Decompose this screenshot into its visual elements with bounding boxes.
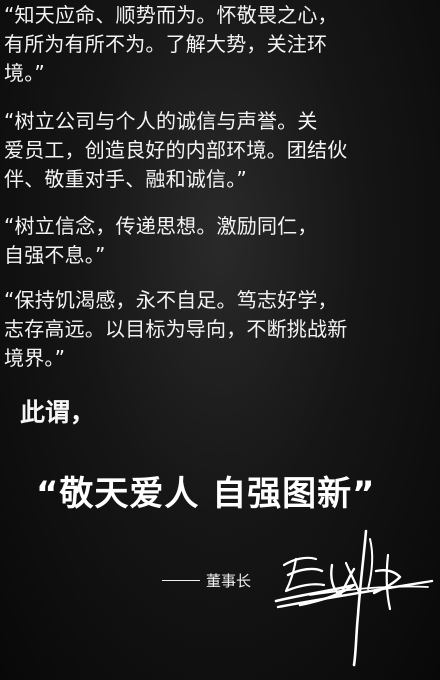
paragraph-1-line-2: 有所为有所不为。了解大势，关注环 — [4, 32, 328, 56]
paragraph-3-line-1: “树立信念，传递思想。激励同仁， — [4, 214, 318, 238]
signature-title-text: 董事长 — [206, 572, 252, 590]
paragraph-1: “知天应命、顺势而为。怀敬畏之心， 有所为有所不为。了解大势，关注环 境。” — [4, 1, 436, 88]
intro-text: 此谓， — [20, 398, 96, 427]
paragraph-2-line-3: 伴、敬重对手、融和诚信。” — [4, 167, 247, 191]
paragraph-3-line-2: 自强不息。” — [4, 243, 106, 267]
em-dash-line — [162, 579, 200, 582]
paragraph-4-line-3: 境界。” — [4, 346, 66, 370]
paragraph-2-line-1: “树立公司与个人的诚信与声誉。关 — [4, 109, 318, 133]
paragraph-1-line-1: “知天应命、顺势而为。怀敬畏之心， — [4, 3, 338, 27]
signature-title: 董事长 — [162, 570, 251, 591]
motto-heading: “敬天爱人 自强图新” — [36, 474, 376, 514]
paragraph-1-line-3: 境。” — [4, 61, 45, 85]
paragraph-4-line-1: “保持饥渴感，永不自足。笃志好学， — [4, 288, 338, 312]
signature-icon — [274, 529, 434, 667]
paragraph-2: “树立公司与个人的诚信与声誉。关 爱员工，创造良好的内部环境。团结伙 伴、敬重对… — [4, 107, 436, 194]
paragraph-3: “树立信念，传递思想。激励同仁， 自强不息。” — [4, 212, 436, 270]
statement-page: “知天应命、顺势而为。怀敬畏之心， 有所为有所不为。了解大势，关注环 境。” “… — [0, 0, 440, 680]
paragraph-2-line-2: 爱员工，创造良好的内部环境。团结伙 — [4, 138, 348, 162]
paragraph-4: “保持饥渴感，永不自足。笃志好学， 志存高远。以目标为导向，不断挑战新 境界。” — [4, 286, 436, 373]
paragraph-4-line-2: 志存高远。以目标为导向，不断挑战新 — [4, 317, 348, 341]
